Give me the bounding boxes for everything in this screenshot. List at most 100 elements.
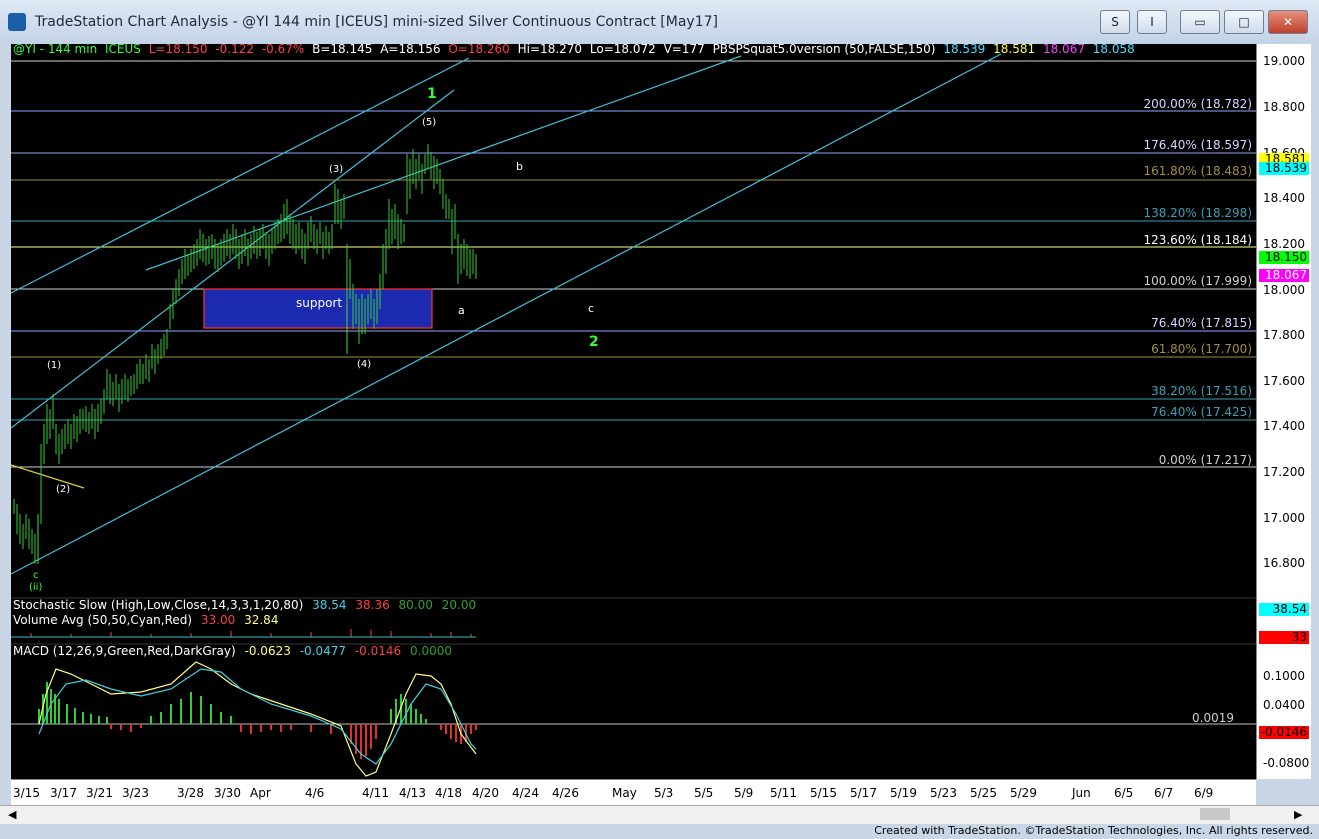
header-ask: A=18.156	[380, 42, 441, 56]
price-axis[interactable]: 19.000 18.800 18.600 18.400 18.200 18.00…	[1256, 44, 1311, 779]
maximize-button[interactable]: □	[1224, 10, 1264, 34]
date-tick: 4/26	[552, 786, 579, 800]
stoch-v3: 80.00	[398, 598, 433, 612]
date-tick: 5/29	[1010, 786, 1037, 800]
header-exchange: ICEUS	[105, 42, 141, 56]
minimize-button[interactable]: ▭	[1180, 10, 1220, 34]
fib-100-label: 100.00% (17.999)	[1143, 274, 1252, 288]
close-button[interactable]: ✕	[1268, 10, 1308, 34]
support-label: support	[296, 296, 343, 310]
date-tick: 3/15	[13, 786, 40, 800]
fib-161-label: 161.80% (18.483)	[1143, 164, 1252, 178]
scroll-left-icon[interactable]: ◀	[8, 808, 16, 821]
macd-tag: -0.0146	[1259, 725, 1309, 739]
vol-name: Volume Avg (50,50,Cyan,Red)	[13, 613, 193, 627]
date-tick: 4/13	[399, 786, 426, 800]
header-hi: Hi=18.270	[517, 42, 583, 56]
date-tick: 5/9	[734, 786, 754, 800]
price-tick: 17.000	[1263, 511, 1305, 525]
fib-76b-label: 76.40% (17.425)	[1151, 405, 1252, 419]
stochastic-legend: Stochastic Slow (High,Low,Close,14,3,3,1…	[13, 598, 481, 612]
wave-p3-label: (3)	[329, 164, 344, 175]
vol-v1: 33.00	[200, 613, 236, 627]
price-tick: 18.200	[1263, 237, 1305, 251]
fib-0-label: 0.00% (17.217)	[1158, 453, 1252, 467]
fib-176-label: 176.40% (18.597)	[1143, 138, 1252, 152]
price-tick: 16.800	[1263, 556, 1305, 570]
i-menu-button[interactable]: I	[1137, 10, 1167, 34]
date-tick: 4/6	[305, 786, 325, 800]
date-tick: 5/5	[694, 786, 714, 800]
header-bid: B=18.145	[312, 42, 373, 56]
price-tag-magenta: 18.067	[1259, 269, 1309, 282]
wave-p1-label: (1)	[47, 360, 62, 371]
price-tick: 17.400	[1263, 419, 1305, 433]
stoch-v2: 38.36	[355, 598, 390, 612]
date-tick: 5/25	[970, 786, 997, 800]
macd-legend: MACD (12,26,9,Green,Red,DarkGray) -0.062…	[13, 644, 457, 658]
date-tick: 5/3	[654, 786, 674, 800]
header-open: O=18.260	[448, 42, 510, 56]
date-tick: May	[612, 786, 637, 800]
header-last: L=18.150	[148, 42, 208, 56]
vol-v2: 32.84	[244, 613, 279, 627]
date-tick: 4/24	[512, 786, 539, 800]
macd-v3: -0.0146	[354, 644, 402, 658]
date-tick: 5/11	[770, 786, 797, 800]
date-axis[interactable]: 3/15 3/17 3/21 3/23 3/28 3/30 Apr 4/6 4/…	[11, 779, 1256, 806]
date-tick: 3/21	[86, 786, 113, 800]
header-vol: V=177	[663, 42, 705, 56]
header-pct: -0.67%	[261, 42, 305, 56]
price-tag-cyan: 18.539	[1259, 162, 1309, 175]
fib-61-label: 61.80% (17.700)	[1151, 342, 1252, 356]
wave-c-lower-label: c	[33, 570, 39, 581]
chart-plot-area[interactable]: 1 2 (1) (2) (3) (4) (5) a b c c (ii) sup…	[11, 44, 1256, 779]
wave-p4-label: (4)	[357, 359, 372, 370]
wave-b-label: b	[516, 160, 523, 173]
scroll-thumb[interactable]	[1200, 808, 1230, 820]
price-tick: 17.200	[1263, 465, 1305, 479]
header-symbol: @YI - 144 min	[13, 42, 98, 56]
wave-c-label: c	[588, 302, 595, 315]
wave-a-label: a	[458, 304, 465, 317]
header-study: PBSPSquat5.0version (50,FALSE,150)	[712, 42, 936, 56]
fib-200-label: 200.00% (18.782)	[1143, 97, 1252, 111]
fib-76-label: 76.40% (17.815)	[1151, 316, 1252, 330]
wave-1-label: 1	[427, 86, 437, 102]
date-tick: Jun	[1072, 786, 1091, 800]
volume-legend: Volume Avg (50,50,Cyan,Red) 33.00 32.84	[13, 613, 283, 627]
scroll-right-icon[interactable]: ▶	[1294, 808, 1302, 821]
title-bar: TradeStation Chart Analysis - @YI 144 mi…	[0, 0, 1319, 44]
wave-2-label: 2	[589, 334, 599, 350]
window-title: TradeStation Chart Analysis - @YI 144 mi…	[35, 14, 718, 30]
header-study-v3: 18.067	[1042, 42, 1085, 56]
wave-p5-label: (5)	[422, 117, 437, 128]
header-study-v1: 18.539	[943, 42, 986, 56]
horizontal-scrollbar[interactable]: ◀ ▶	[0, 805, 1319, 824]
chart-header: @YI - 144 min ICEUS L=18.150 -0.122 -0.6…	[13, 42, 1139, 56]
price-tick: 17.600	[1263, 374, 1305, 388]
fib-38-label: 38.20% (17.516)	[1151, 384, 1252, 398]
macd-v2: -0.0477	[299, 644, 347, 658]
macd-tick: -0.0800	[1263, 756, 1310, 770]
macd-v4: 0.0000	[410, 644, 452, 658]
date-tick: 4/18	[435, 786, 462, 800]
stoch-tag: 38.54	[1259, 603, 1309, 616]
price-tick: 19.000	[1263, 54, 1305, 68]
stoch-name: Stochastic Slow (High,Low,Close,14,3,3,1…	[13, 598, 304, 612]
date-tick: 6/7	[1154, 786, 1174, 800]
vol-tag: 33	[1259, 631, 1309, 644]
macd-tick: 0.1000	[1263, 669, 1305, 683]
price-tick: 18.800	[1263, 100, 1305, 114]
date-tick: 4/11	[362, 786, 389, 800]
date-tick: 4/20	[472, 786, 499, 800]
date-tick: 6/9	[1194, 786, 1214, 800]
header-change: -0.122	[215, 42, 254, 56]
wave-ii-label: (ii)	[29, 582, 43, 593]
stoch-v1: 38.54	[312, 598, 347, 612]
s-menu-button[interactable]: S	[1100, 10, 1130, 34]
wave-p2-label: (2)	[56, 484, 71, 495]
date-tick: 5/23	[930, 786, 957, 800]
app-icon	[8, 13, 26, 31]
stoch-v4: 20.00	[441, 598, 477, 612]
